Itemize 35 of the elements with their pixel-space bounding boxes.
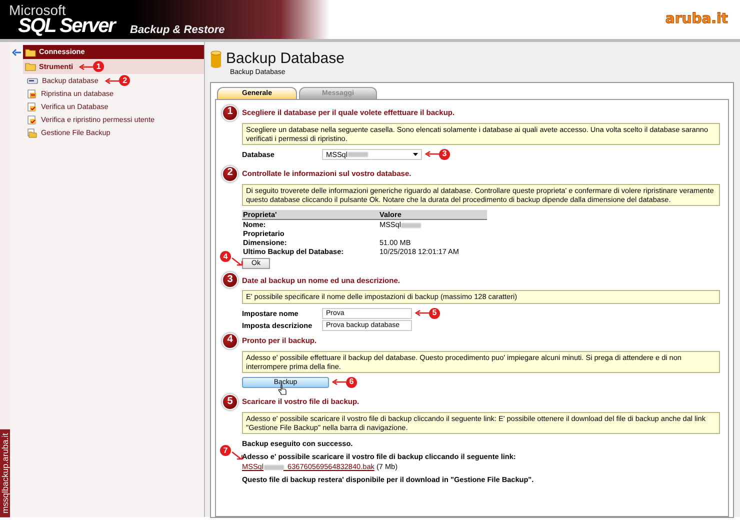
callout-number: 2 [119,75,130,86]
brand-text: Microsoft [9,2,66,18]
arrow-icon [79,64,94,70]
document-check-icon [27,114,37,124]
document-check-icon [27,102,37,112]
vertical-label: mssqlbackup.aruba.it [0,428,10,517]
step-number: 1 [222,104,238,120]
callout-number: 6 [346,376,357,388]
callout-number: 3 [439,148,450,160]
folder-files-icon [27,128,37,138]
arrow-icon [425,151,439,158]
logo-text: aruba.it [665,10,728,28]
folder-icon [25,62,36,71]
callout-number: 4 [220,251,231,262]
arrow-icon [332,379,346,386]
step-number: 3 [222,272,238,288]
step-number: 5 [222,394,238,410]
brand-name: SQL Server [18,15,115,39]
folder-icon [25,48,36,56]
callout-number: 5 [429,308,440,319]
dropdown-caret-icon [413,152,418,156]
arrow-icon [105,78,120,84]
arrow-icon [231,451,243,460]
database-icon [210,50,222,68]
drive-icon [27,78,38,84]
callout-number: 7 [220,445,231,456]
document-icon [27,88,37,98]
back-arrow-icon[interactable] [12,48,21,56]
step-number: 4 [222,332,238,349]
page-title: Backup Database [226,50,344,68]
arrow-icon [231,257,243,266]
product-name: Backup & Restore [130,24,225,38]
callout-number: 1 [93,61,104,72]
arrow-icon [415,310,429,316]
step-number: 2 [222,166,238,182]
